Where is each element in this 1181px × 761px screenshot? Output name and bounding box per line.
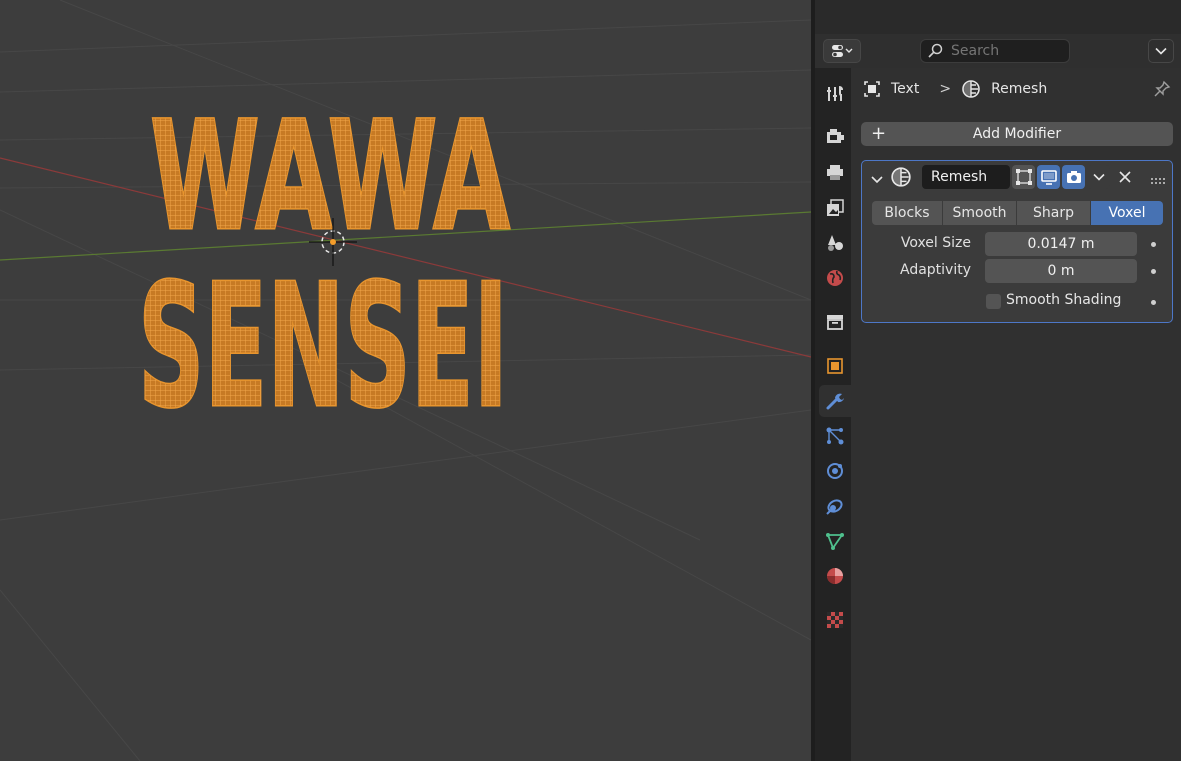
modifier-name-field[interactable]: Remesh: [922, 165, 1010, 189]
collection-tab[interactable]: [819, 306, 851, 338]
drag-handle[interactable]: [1150, 170, 1166, 189]
editor-type-button[interactable]: [823, 39, 861, 63]
top-strip: [815, 0, 1181, 35]
properties-editor: Text > Remesh + Add Modifier: [815, 0, 1181, 761]
close-icon: [1118, 171, 1131, 183]
view-layer-tab[interactable]: [819, 192, 851, 224]
drag-handle-icon: [1151, 178, 1165, 184]
view-layer-icon: [827, 199, 844, 216]
properties-tabs: [815, 68, 851, 761]
scene-tab[interactable]: [819, 227, 851, 259]
texture-tab[interactable]: [819, 604, 851, 636]
adaptivity-label: Adaptivity: [899, 262, 971, 278]
mode-sharp[interactable]: Sharp: [1017, 201, 1090, 225]
physics-icon: [827, 463, 843, 479]
properties-header: [815, 34, 1181, 68]
mode-voxel[interactable]: Voxel: [1091, 201, 1163, 225]
breadcrumb-modifier: Remesh: [991, 81, 1048, 97]
modifier-dropdown[interactable]: [1087, 165, 1110, 189]
3d-viewport[interactable]: WAWA SENSEI: [0, 0, 811, 761]
remesh-modifier-panel: Remesh Blocks Smooth Sharp Voxel Voxel S…: [861, 160, 1173, 323]
voxel-size-label: Voxel Size: [900, 235, 971, 251]
keyframe-dot-icon[interactable]: [1151, 269, 1156, 274]
material-tab[interactable]: [819, 560, 851, 592]
breadcrumb-object: Text: [891, 81, 920, 97]
material-icon: [827, 568, 843, 584]
search-icon: [928, 43, 943, 58]
data-icon: [826, 533, 844, 550]
tool-icon: [827, 86, 843, 101]
object-tab[interactable]: [819, 350, 851, 382]
options-dropdown-button[interactable]: [1148, 39, 1174, 63]
pin-button[interactable]: [1153, 80, 1171, 102]
text-object-line-1[interactable]: WAWA: [149, 89, 512, 266]
modifier-tab[interactable]: [819, 385, 851, 417]
search-input[interactable]: [949, 42, 1063, 60]
physics-tab[interactable]: [819, 455, 851, 487]
particles-icon: [826, 427, 844, 445]
breadcrumb-separator: >: [939, 81, 952, 97]
output-icon: [827, 165, 843, 180]
properties-editor-icon: [832, 45, 853, 57]
mode-blocks[interactable]: Blocks: [872, 201, 942, 225]
breadcrumb: Text > Remesh: [863, 78, 1047, 100]
data-tab[interactable]: [819, 525, 851, 557]
remesh-modifier-icon: [962, 80, 980, 98]
texture-icon: [827, 612, 843, 628]
add-modifier-button[interactable]: + Add Modifier: [861, 122, 1173, 146]
wrench-icon: [826, 393, 844, 410]
collapse-toggle[interactable]: [871, 170, 883, 189]
smooth-shading-label[interactable]: Smooth Shading: [1006, 292, 1121, 308]
object-icon: [827, 358, 843, 374]
chevron-down-icon: [871, 176, 883, 184]
tool-tab[interactable]: [819, 78, 851, 110]
camera-icon: [1066, 171, 1081, 183]
edit-mode-icon: [1015, 169, 1032, 185]
edit-mode-toggle[interactable]: [1012, 165, 1035, 189]
scene-icon: [828, 235, 843, 251]
keyframe-dot-icon[interactable]: [1151, 242, 1156, 247]
world-icon: [827, 270, 843, 286]
collection-icon: [827, 315, 843, 330]
chevron-down-icon: [1092, 173, 1105, 181]
add-modifier-label: Add Modifier: [972, 126, 1062, 142]
smooth-shading-checkbox[interactable]: [986, 294, 1001, 309]
viewport-display-toggle[interactable]: [1037, 165, 1060, 189]
world-tab[interactable]: [819, 262, 851, 294]
text-object-line-2[interactable]: SENSEI: [137, 247, 510, 448]
mode-smooth[interactable]: Smooth: [943, 201, 1016, 225]
modifier-type-icon: [890, 166, 912, 192]
object-icon: [864, 81, 880, 97]
viewport-canvas: WAWA SENSEI: [0, 0, 811, 761]
adaptivity-field[interactable]: 0 m: [985, 259, 1137, 283]
keyframe-dot-icon[interactable]: [1151, 300, 1156, 305]
chevron-down-icon: [1155, 47, 1167, 55]
constraints-icon: [826, 499, 843, 515]
pin-icon: [1154, 80, 1171, 97]
constraints-tab[interactable]: [819, 490, 851, 522]
monitor-icon: [1040, 170, 1057, 185]
render-icon: [827, 129, 844, 143]
remove-modifier-button[interactable]: [1113, 165, 1136, 189]
search-field[interactable]: [920, 39, 1070, 63]
remesh-modifier-icon: [891, 167, 911, 187]
particles-tab[interactable]: [819, 420, 851, 452]
voxel-size-field[interactable]: 0.0147 m: [985, 232, 1137, 256]
render-toggle[interactable]: [1062, 165, 1085, 189]
output-tab[interactable]: [819, 156, 851, 188]
render-tab[interactable]: [819, 120, 851, 152]
